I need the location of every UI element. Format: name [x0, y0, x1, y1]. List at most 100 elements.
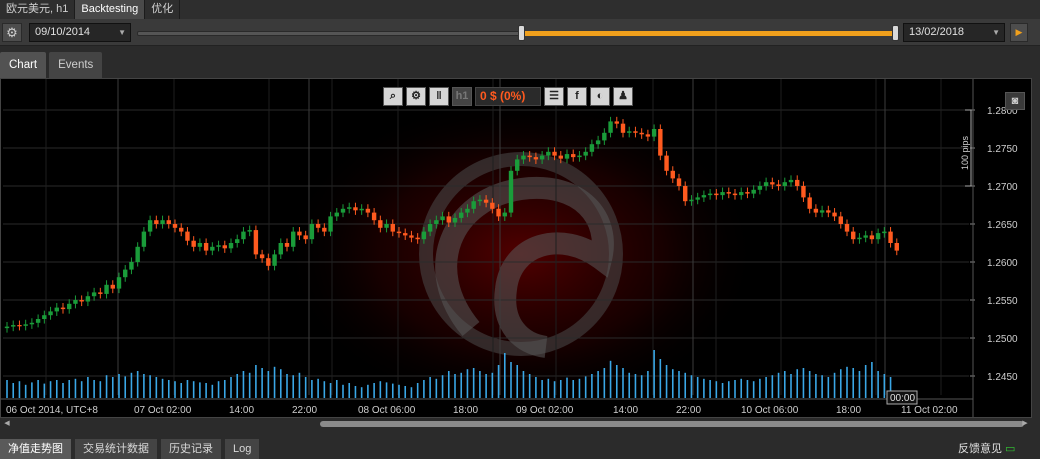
candle-body: [73, 300, 78, 304]
candle-body: [589, 144, 595, 152]
top-tab-strip: 欧元美元, h1 Backtesting 优化: [0, 0, 1040, 19]
y-tick-label: 1.2700: [987, 182, 1018, 193]
candle-body: [496, 208, 501, 217]
candle-body: [365, 208, 371, 213]
x-tick-label: 18:00: [453, 405, 478, 416]
camera-icon[interactable]: ◙: [1005, 92, 1025, 110]
end-date-select[interactable]: 13/02/2018 ▼: [903, 23, 1005, 42]
x-tick-label: 14:00: [229, 405, 254, 416]
candle-body: [888, 231, 893, 243]
candle-body: [79, 300, 84, 302]
candle-body: [98, 292, 103, 294]
x-tick-label: 10 Oct 06:00: [741, 405, 799, 416]
x-tick-label: 08 Oct 06:00: [358, 405, 416, 416]
candle-body: [235, 239, 240, 243]
candle-body: [390, 224, 395, 232]
candle-body: [608, 121, 613, 133]
candles-icon[interactable]: ‖: [429, 87, 449, 106]
tab-log[interactable]: Log: [225, 439, 260, 459]
price-chart[interactable]: 1.28001.27501.27001.26501.26001.25501.25…: [1, 79, 1031, 417]
range-start-handle[interactable]: [518, 25, 526, 41]
x-tick-label: 07 Oct 02:00: [134, 405, 192, 416]
scroll-left-icon[interactable]: ◀: [2, 418, 12, 429]
start-date-select[interactable]: 09/10/2014 ▼: [29, 23, 131, 42]
indicator-icon[interactable]: ♟: [613, 87, 633, 106]
scrollbar-thumb[interactable]: [320, 421, 1024, 427]
facebook-icon[interactable]: f: [567, 87, 587, 106]
tab-equity-curve[interactable]: 净值走势图: [0, 439, 71, 459]
zoom-icon[interactable]: ⌕: [383, 87, 403, 106]
candle-body: [4, 326, 10, 329]
candle-body: [720, 192, 725, 196]
scroll-right-icon[interactable]: ▶: [1020, 418, 1030, 429]
candle-body: [409, 235, 414, 238]
tab-symbol[interactable]: 欧元美元, h1: [0, 0, 76, 19]
candle-body: [770, 182, 775, 185]
candle-body: [477, 199, 483, 202]
candle-body: [819, 210, 825, 213]
chart-type-icon[interactable]: ◐: [590, 87, 610, 106]
candle-body: [384, 224, 389, 228]
chart-panel[interactable]: 1.2800 1.2750 1.2700 1.2650 1.2600 1.2550 1.25…: [0, 78, 1032, 418]
candle-body: [595, 140, 601, 145]
candle-body: [683, 186, 688, 202]
tab-events[interactable]: Events: [49, 52, 103, 78]
candle-body: [801, 186, 806, 198]
chart-horizontal-scrollbar[interactable]: ◀ ▶: [0, 418, 1032, 429]
candle-body: [123, 269, 128, 278]
candle-body: [546, 151, 551, 156]
x-tick-label: 09 Oct 02:00: [516, 405, 574, 416]
candle-body: [191, 240, 196, 247]
feedback-button[interactable]: 反馈意见 ▭: [958, 441, 1015, 458]
candle-body: [434, 220, 439, 224]
candle-body: [745, 192, 750, 194]
y-tick-label: 1.2550: [987, 296, 1018, 307]
tab-history[interactable]: 历史记录: [161, 439, 221, 459]
settings-gear-icon[interactable]: ⚙: [2, 23, 22, 42]
candle-body: [776, 184, 781, 186]
candle-body: [303, 235, 308, 240]
candle-body: [851, 231, 856, 240]
candle-body: [614, 121, 619, 124]
candle-body: [552, 151, 557, 156]
candle-body: [222, 245, 227, 249]
chart-settings-icon[interactable]: ⚙: [406, 87, 426, 106]
candle-body: [216, 245, 221, 247]
tab-chart[interactable]: Chart: [0, 52, 47, 78]
candle-body: [160, 220, 165, 224]
candle-body: [85, 296, 91, 302]
pip-scale-label: 100 pips: [960, 135, 970, 170]
tab-backtesting[interactable]: Backtesting: [75, 0, 146, 19]
candle-body: [278, 243, 283, 255]
candle-body: [639, 132, 644, 135]
timeframe-button[interactable]: h1: [452, 87, 472, 106]
cursor-time-label: 00:00: [890, 393, 915, 404]
candle-body: [633, 131, 638, 133]
candle-body: [863, 235, 868, 238]
range-end-handle[interactable]: [892, 25, 899, 41]
chart-tab-strip: Chart Events: [0, 50, 1040, 78]
candle-body: [664, 155, 669, 171]
candle-body: [359, 208, 364, 211]
candle-body: [651, 129, 657, 137]
candle-body: [558, 155, 563, 159]
candle-body: [782, 182, 787, 186]
end-date-value: 13/02/2018: [909, 26, 965, 38]
candle-body: [875, 233, 881, 240]
candle-body: [315, 224, 321, 228]
x-tick-label: 22:00: [676, 405, 701, 416]
tab-optimization[interactable]: 优化: [145, 0, 181, 19]
candle-body: [247, 230, 252, 232]
candle-body: [695, 197, 700, 200]
tab-trade-statistics[interactable]: 交易统计数据: [75, 439, 157, 459]
candle-body: [328, 216, 333, 232]
candle-body: [23, 324, 28, 326]
candle-body: [714, 193, 719, 196]
x-tick-label: 06 Oct 2014, UTC+8: [6, 405, 98, 416]
candle-body: [210, 246, 215, 251]
candle-body: [739, 192, 744, 196]
candle-body: [415, 237, 420, 240]
checklist-icon[interactable]: ☰: [544, 87, 564, 106]
candle-body: [116, 277, 122, 289]
play-icon[interactable]: ▶: [1010, 23, 1028, 42]
